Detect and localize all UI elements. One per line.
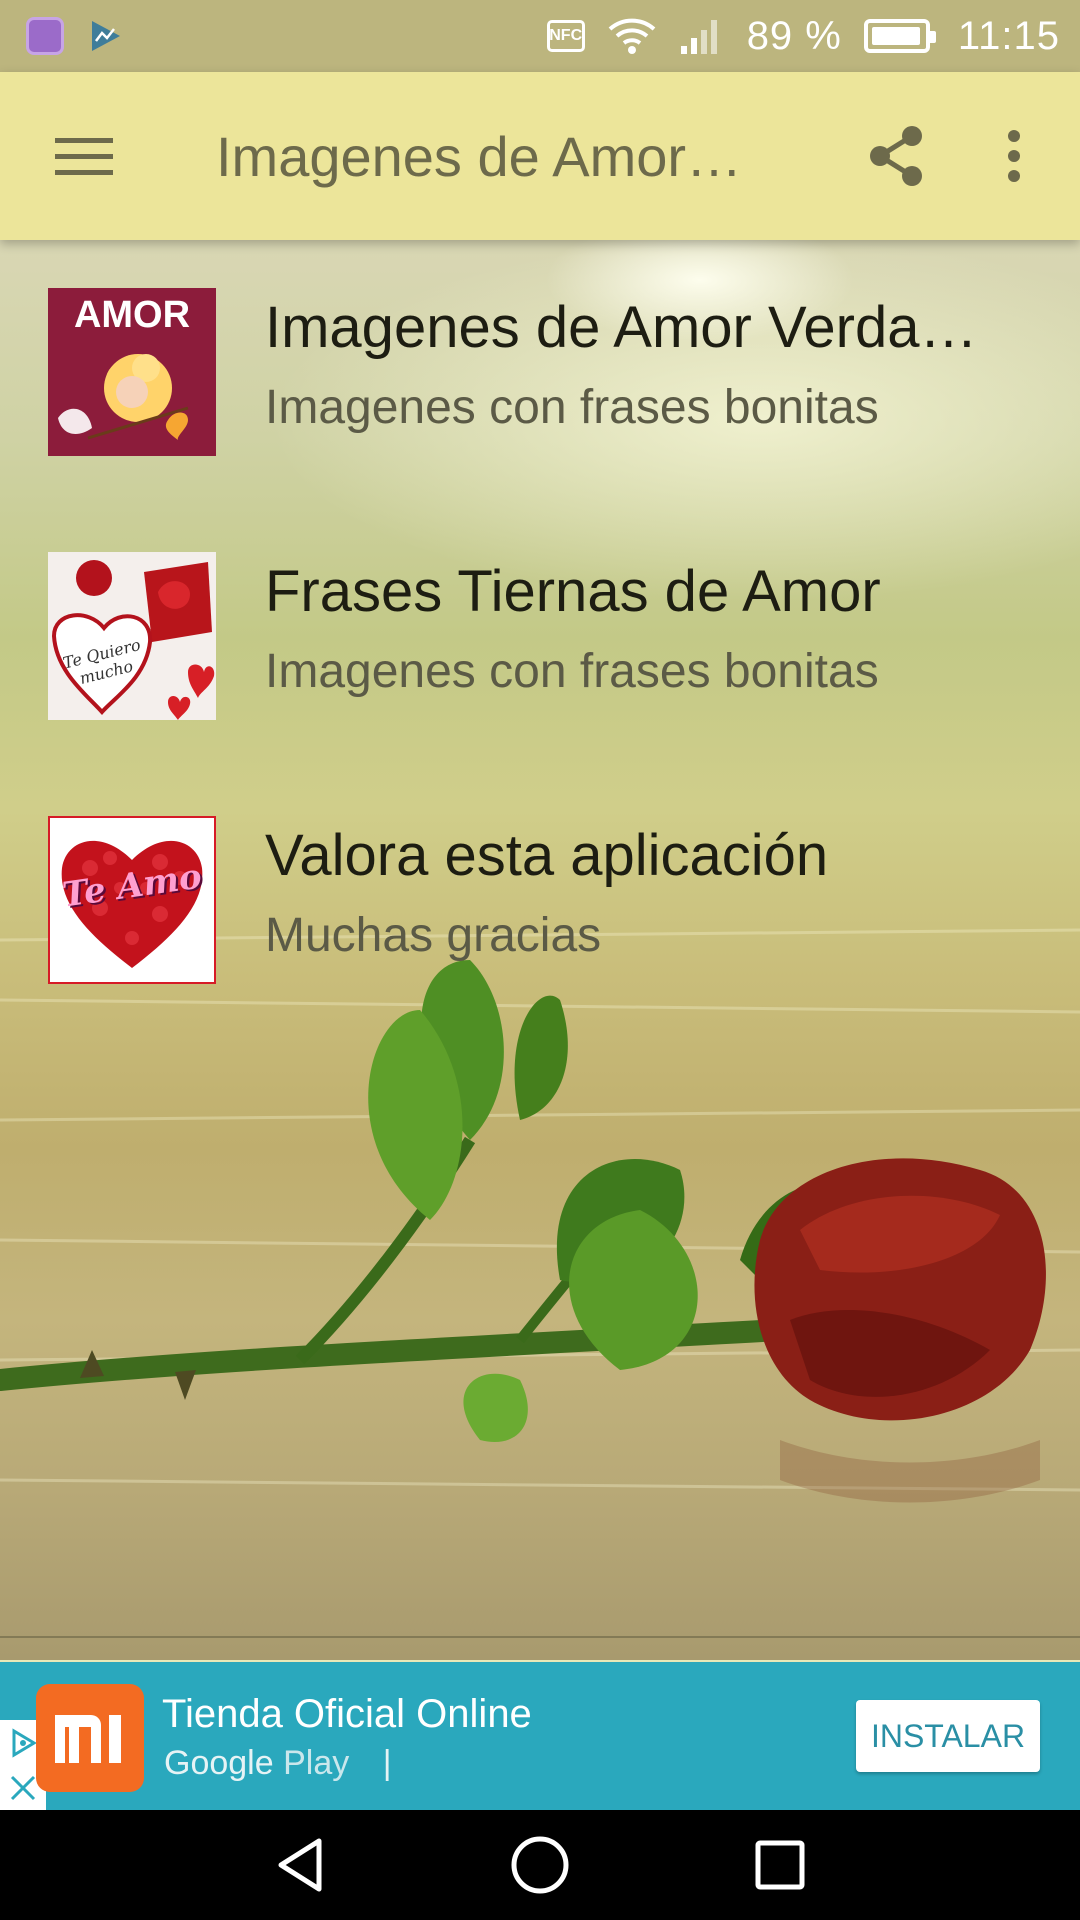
list-item-title: Frases Tiernas de Amor bbox=[265, 559, 881, 624]
play-text: Play bbox=[283, 1744, 350, 1782]
navigation-bar bbox=[0, 1810, 1080, 1920]
wifi-icon bbox=[608, 18, 656, 54]
gallery-icon bbox=[26, 17, 64, 55]
list-item-title: Valora esta aplicación bbox=[265, 823, 829, 888]
google-text: Google bbox=[164, 1744, 274, 1782]
nfc-icon: NFC bbox=[546, 20, 585, 52]
back-button[interactable] bbox=[250, 1830, 350, 1900]
app-title: Imagenes de Amor… bbox=[216, 124, 743, 188]
app-bar: Imagenes de Amor… bbox=[0, 72, 1080, 240]
share-button[interactable] bbox=[836, 96, 956, 216]
thumbnail-label: AMOR bbox=[73, 294, 191, 336]
recents-icon bbox=[755, 1840, 805, 1890]
back-icon bbox=[278, 1838, 322, 1892]
signal-icon bbox=[680, 20, 717, 54]
home-icon bbox=[511, 1836, 569, 1894]
adchoices-icon[interactable] bbox=[8, 1727, 38, 1759]
list-item-subtitle: Imagenes con frases bonitas bbox=[265, 645, 879, 698]
mi-glyph bbox=[55, 1715, 121, 1763]
list-item-subtitle: Muchas gracias bbox=[265, 909, 602, 962]
status-notifications bbox=[26, 17, 124, 55]
list-item-title: Imagenes de Amor Verda… bbox=[265, 295, 978, 360]
status-system: NFC 89 % 11:15 bbox=[546, 13, 1060, 59]
ads-icon bbox=[92, 21, 120, 51]
list-item-frases-tiernas[interactable]: Te Quiero mucho Frases Tiernas de Amor I… bbox=[0, 504, 1080, 768]
ad-banner[interactable]: Tienda Oficial Online Google Play | INST… bbox=[0, 1662, 1080, 1810]
status-time: 11:15 bbox=[957, 13, 1060, 58]
battery-icon bbox=[863, 19, 936, 53]
home-button[interactable] bbox=[490, 1830, 590, 1900]
ad-title: Tienda Oficial Online bbox=[162, 1692, 532, 1736]
mi-logo-icon bbox=[36, 1684, 144, 1792]
thumbnail-te-quiero: Te Quiero mucho bbox=[48, 552, 216, 720]
menu-button[interactable] bbox=[24, 96, 144, 216]
close-ad-icon[interactable] bbox=[8, 1773, 38, 1803]
battery-percent: 89 % bbox=[746, 13, 842, 58]
list-item-subtitle: Imagenes con frases bonitas bbox=[265, 381, 879, 434]
status-bar: NFC 89 % 11:15 bbox=[0, 0, 1080, 72]
install-button[interactable]: INSTALAR bbox=[856, 1700, 1040, 1772]
ad-divider bbox=[0, 1636, 1080, 1638]
ad-store-label: Google Play | bbox=[164, 1744, 392, 1783]
store-separator: | bbox=[382, 1744, 392, 1782]
more-vert-icon bbox=[1008, 130, 1020, 182]
recents-button[interactable] bbox=[730, 1830, 830, 1900]
menu-icon bbox=[55, 138, 113, 175]
nfc-label: NFC bbox=[549, 27, 583, 44]
more-options-button[interactable] bbox=[966, 96, 1062, 216]
thumbnail-amor-cupid: AMOR bbox=[48, 288, 216, 456]
list-item-valora-app[interactable]: Te Amo Valora esta aplicación Muchas gra… bbox=[0, 768, 1080, 1032]
share-icon bbox=[870, 126, 922, 186]
thumbnail-te-amo: Te Amo bbox=[48, 816, 216, 984]
list-item-imagenes-amor-verdadero[interactable]: AMOR Imagenes de Amor Verda… Imagenes co… bbox=[0, 240, 1080, 504]
